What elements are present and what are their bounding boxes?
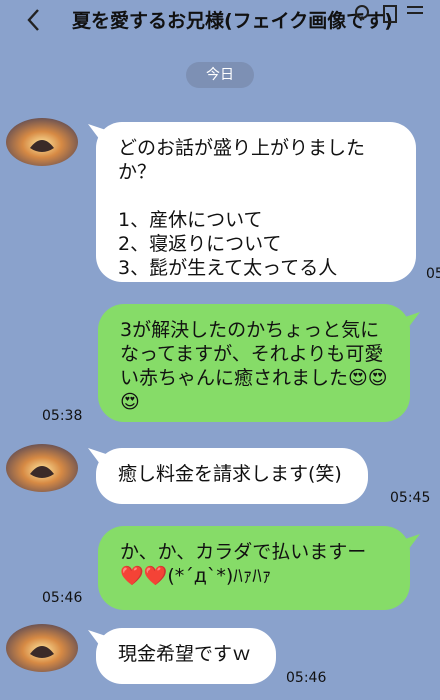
message-time: 05: [426, 266, 440, 282]
search-icon[interactable]: [354, 4, 374, 24]
back-arrow-icon[interactable]: [20, 4, 48, 36]
message-bubble[interactable]: 現金希望ですｗ: [96, 628, 276, 684]
message-time: 05:38: [42, 408, 83, 424]
sunset-hands-photo: [6, 624, 78, 672]
avatar[interactable]: [6, 118, 78, 166]
date-separator: 今日: [186, 62, 254, 88]
message-bubble[interactable]: 癒し料金を請求します(笑): [96, 448, 368, 504]
message-time: 05:46: [42, 590, 83, 606]
chat-header: 夏を愛するお兄様(フェイク画像です): [0, 0, 440, 42]
avatar[interactable]: [6, 444, 78, 492]
message-time: 05:45: [390, 490, 431, 506]
sunset-hands-photo: [6, 444, 78, 492]
message-bubble[interactable]: どのお話が盛り上がりましたか？ 1、産休について 2、寝返りについて 3、髭が生…: [96, 122, 416, 282]
sunset-hands-photo: [6, 118, 78, 166]
message-bubble[interactable]: 3が解決したのかちょっと気になってますが、それよりも可愛い赤ちゃんに癒されました…: [98, 304, 410, 422]
header-actions: [306, 4, 426, 24]
avatar[interactable]: [6, 624, 78, 672]
message-time: 05:46: [286, 670, 327, 686]
call-icon[interactable]: [382, 4, 398, 24]
message-bubble[interactable]: か、か、カラダで払いますー❤️❤️(*´д`*)ﾊｧﾊｧ: [98, 526, 410, 610]
menu-icon[interactable]: [406, 4, 424, 24]
